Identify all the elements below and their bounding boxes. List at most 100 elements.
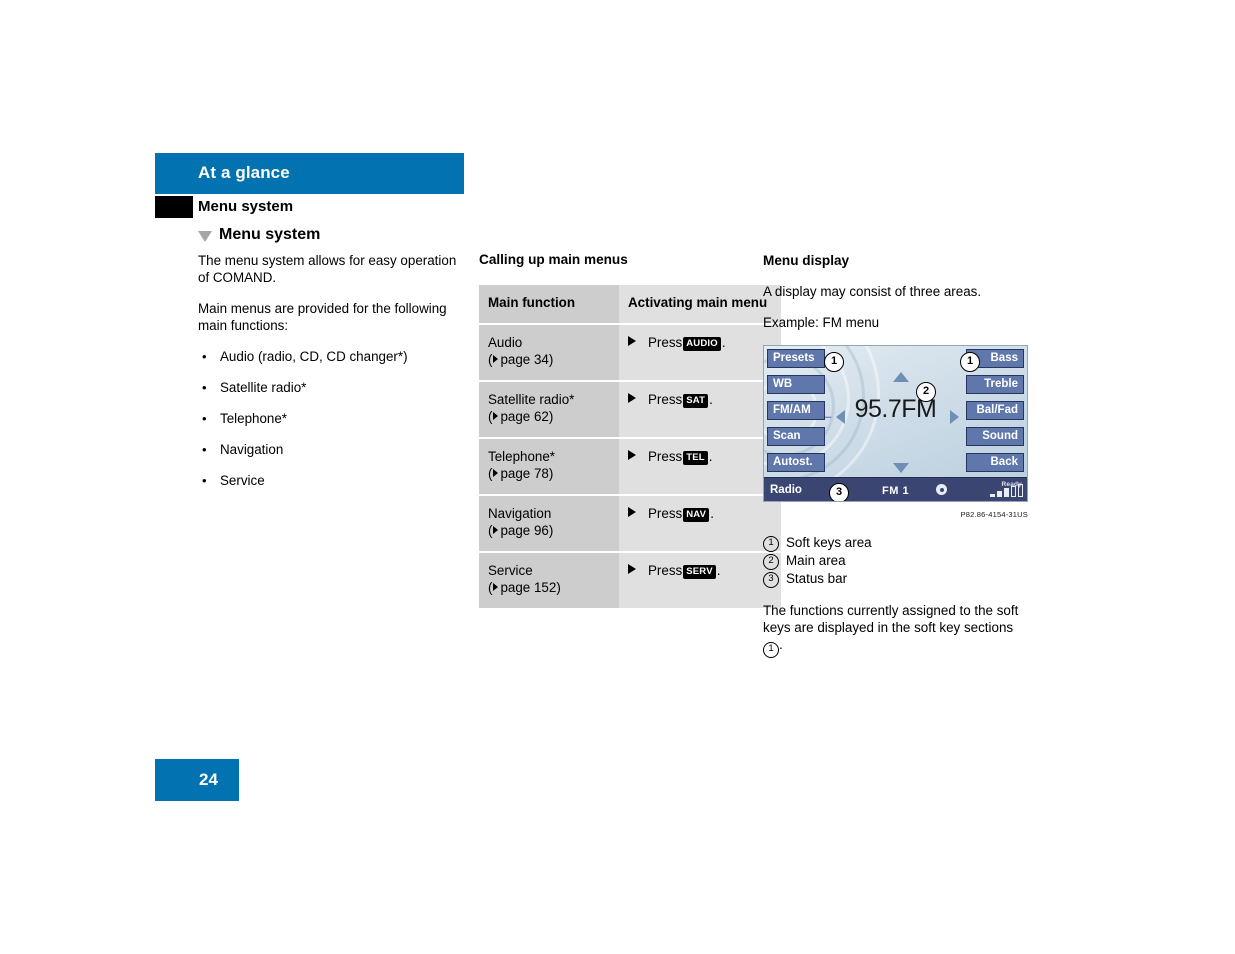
softkey-back[interactable]: Back xyxy=(966,453,1024,472)
action-line: Press SAT . xyxy=(628,391,772,409)
closing-text-after: . xyxy=(779,637,783,652)
list-lead-paragraph: Main menus are provided for the followin… xyxy=(198,301,447,333)
softkey-autost[interactable]: Autost. xyxy=(767,453,825,472)
list-item-label: Telephone* xyxy=(220,411,288,426)
action-line: Press NAV . xyxy=(628,505,772,523)
status-band-label: FM 1 xyxy=(882,485,910,497)
page-ref-label: page 62) xyxy=(500,409,554,424)
callout-1-right: 1 xyxy=(960,352,980,372)
page-ref-triangle-icon xyxy=(493,526,499,534)
arrow-down-icon xyxy=(893,463,909,473)
callout-1-left: 1 xyxy=(824,352,844,372)
cell-activating-main-menu: Press NAV . xyxy=(619,495,781,553)
page-number-footer: 24 xyxy=(155,759,239,801)
page-ref-label: page 78) xyxy=(500,466,554,481)
key-button-nav[interactable]: NAV xyxy=(683,507,710,522)
page-reference: ( page 96) xyxy=(488,522,610,539)
softkey-treble[interactable]: Treble xyxy=(966,375,1024,394)
page-ref-prefix: ( xyxy=(488,352,493,367)
table-row: Satellite radio* (page 62) Press SAT . xyxy=(479,381,781,439)
section-row: Menu system xyxy=(198,224,320,246)
function-name: Navigation xyxy=(488,506,552,521)
legend-item: 1 Soft keys area xyxy=(763,534,1029,552)
chapter-marker-tab xyxy=(155,196,193,218)
legend-label-status-bar: Status bar xyxy=(786,571,848,586)
list-item: • Satellite radio* xyxy=(198,379,468,396)
action-verb: Press xyxy=(648,506,683,521)
figure-legend: 1 Soft keys area 2 Main area 3 Status ba… xyxy=(763,534,1029,588)
function-name: Telephone* xyxy=(488,449,556,464)
key-button-sat[interactable]: SAT xyxy=(683,393,709,408)
legend-label-main-area: Main area xyxy=(786,553,846,568)
page-ref-triangle-icon xyxy=(493,583,499,591)
action-line: Press SERV . xyxy=(628,562,772,580)
softkey-wb[interactable]: WB xyxy=(767,375,825,394)
page-ref-label: page 152) xyxy=(500,580,561,595)
chapter-title: Menu system xyxy=(198,198,294,215)
action-suffix: . xyxy=(708,449,713,464)
chapter-row: Menu system xyxy=(155,196,464,220)
page-reference: ( page 34) xyxy=(488,351,610,368)
page-ref-prefix: ( xyxy=(488,580,493,595)
key-button-audio[interactable]: AUDIO xyxy=(683,336,721,351)
main-menus-table: Main function Activating main menu Audio… xyxy=(479,285,781,610)
status-source-label: Radio xyxy=(770,484,802,496)
status-bar: Radio FM 1 Ready xyxy=(764,477,1027,501)
legend-item: 2 Main area xyxy=(763,552,1029,570)
action-suffix: . xyxy=(710,506,714,521)
softkey-fm-am[interactable]: FM/AM xyxy=(767,401,825,420)
action-triangle-icon xyxy=(628,450,636,460)
bullet-icon: • xyxy=(202,349,207,364)
list-item-label: Audio (radio, CD, CD changer*) xyxy=(220,349,408,364)
table-header-row: Main function Activating main menu xyxy=(479,285,781,325)
list-item-label: Service xyxy=(220,473,265,488)
softkey-presets[interactable]: Presets xyxy=(767,349,825,368)
closing-text-before: The functions currently assigned to the … xyxy=(763,603,1019,635)
softkey-sound[interactable]: Sound xyxy=(966,427,1024,446)
cell-activating-main-menu: Press SAT . xyxy=(619,381,781,439)
page-ref-label: page 96) xyxy=(500,523,554,538)
cell-main-function: Telephone* (page 78) xyxy=(479,438,619,496)
comand-display-figure: Presets WB FM/AM Scan Autost. Bass Trebl… xyxy=(763,345,1028,523)
table-row: Navigation ( page 96) Press NAV . xyxy=(479,495,781,553)
action-line: Press AUDIO . xyxy=(628,334,772,352)
cell-main-function: Service ( page 152) xyxy=(479,552,619,610)
cell-main-function: Audio ( page 34) xyxy=(479,324,619,382)
action-suffix: . xyxy=(721,335,726,350)
page-reference: ( page 152) xyxy=(488,579,610,596)
legend-item: 3 Status bar xyxy=(763,570,1029,588)
section-title: Menu system xyxy=(219,226,321,243)
function-name: Service xyxy=(488,563,533,578)
signal-strength-icon xyxy=(990,484,1023,497)
page-ref-prefix: ( xyxy=(488,523,493,538)
action-line: Press TEL . xyxy=(628,448,772,466)
legend-label-soft-keys-area: Soft keys area xyxy=(786,535,872,550)
bullet-icon: • xyxy=(202,411,207,426)
main-functions-list: • Audio (radio, CD, CD changer*) • Satel… xyxy=(198,348,468,489)
page-ref-label: page 34) xyxy=(500,352,554,367)
bullet-icon: • xyxy=(202,473,207,488)
menu-display-paragraph-1: A display may consist of three areas. xyxy=(763,284,982,299)
page-ref-triangle-icon xyxy=(493,469,499,477)
legend-number-2: 2 xyxy=(763,554,779,570)
key-button-tel[interactable]: TEL xyxy=(683,450,708,465)
left-column: The menu system allows for easy operatio… xyxy=(198,252,468,503)
bullet-icon: • xyxy=(202,442,207,457)
function-name: Audio xyxy=(488,335,523,350)
page-number: 24 xyxy=(199,770,218,789)
bullet-icon: • xyxy=(202,380,207,395)
legend-number-1: 1 xyxy=(763,536,779,552)
cell-main-function: Navigation ( page 96) xyxy=(479,495,619,553)
action-suffix: . xyxy=(716,563,721,578)
softkey-bal-fad[interactable]: Bal/Fad xyxy=(966,401,1024,420)
list-item-label: Navigation xyxy=(220,442,284,457)
list-item: • Navigation xyxy=(198,441,468,458)
key-button-serv[interactable]: SERV xyxy=(683,564,716,579)
list-item: • Audio (radio, CD, CD changer*) xyxy=(198,348,468,365)
column-header-activating-main-menu: Activating main menu xyxy=(619,285,781,325)
intro-paragraph: The menu system allows for easy operatio… xyxy=(198,253,457,285)
page-ref-triangle-icon xyxy=(493,355,499,363)
softkey-scan[interactable]: Scan xyxy=(767,427,825,446)
action-verb: Press xyxy=(648,335,683,350)
comand-screen: Presets WB FM/AM Scan Autost. Bass Trebl… xyxy=(763,345,1028,502)
